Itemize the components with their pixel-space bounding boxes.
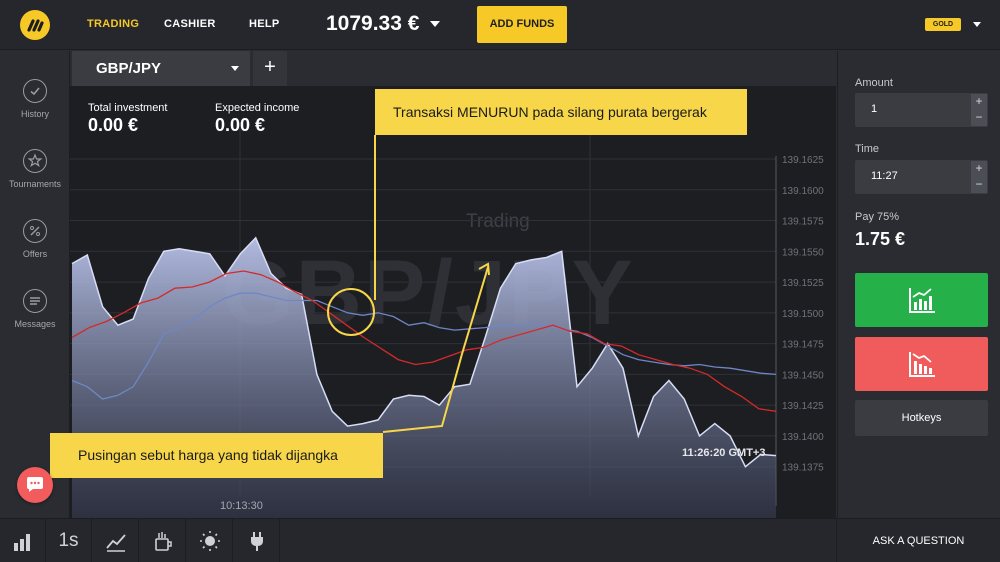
time-value: 11:27 bbox=[871, 170, 898, 182]
sidebar-item-label: Messages bbox=[14, 319, 56, 329]
time-field[interactable]: 11:27 + − bbox=[855, 160, 988, 194]
hotkeys-button[interactable]: Hotkeys bbox=[855, 400, 988, 436]
sun-icon bbox=[200, 531, 220, 551]
add-tab-button[interactable]: + bbox=[253, 51, 287, 86]
y-tick-label: 139.1600 bbox=[782, 186, 824, 197]
plug-icon bbox=[251, 532, 263, 551]
y-tick-label: 139.1500 bbox=[782, 309, 824, 320]
annotation-callout-crossover: Transaksi MENURUN pada silang purata ber… bbox=[375, 89, 747, 135]
trade-panel: Amount 1 + − Time 11:27 + − Pay 75% 1.75… bbox=[837, 51, 1000, 518]
annotation-callout-reversal: Pusingan sebut harga yang tidak dijangka bbox=[50, 433, 383, 478]
y-tick-label: 139.1550 bbox=[782, 247, 824, 258]
time-marker-label: 10:13:30 bbox=[220, 500, 263, 512]
sidebar-item-label: Tournaments bbox=[8, 179, 62, 189]
time-decrement-button[interactable]: − bbox=[971, 177, 987, 193]
total-investment-value: 0.00 € bbox=[88, 115, 139, 135]
clock-icon bbox=[23, 79, 47, 103]
chart-type-button[interactable] bbox=[0, 519, 46, 562]
sidebar-item-label: Offers bbox=[22, 249, 48, 259]
expected-income: Expected income 0.00 € bbox=[215, 102, 299, 136]
tab-asset-label: GBP/JPY bbox=[96, 60, 162, 77]
nav-cashier[interactable]: CASHIER bbox=[164, 18, 216, 30]
drawing-tools-icon bbox=[155, 532, 172, 551]
total-investment-label: Total investment bbox=[88, 102, 168, 114]
sidebar-item-label: History bbox=[20, 109, 49, 119]
sidebar-item-history[interactable]: History bbox=[0, 79, 70, 139]
drawing-tools-button[interactable] bbox=[140, 519, 186, 562]
balance-chevron-down-icon[interactable] bbox=[430, 21, 440, 27]
messages-icon bbox=[23, 289, 47, 313]
nav-trading[interactable]: TRADING bbox=[87, 18, 139, 30]
amount-decrement-button[interactable]: − bbox=[971, 110, 987, 126]
payout-label: Pay 75% bbox=[855, 211, 900, 223]
chart-down-icon bbox=[909, 352, 935, 377]
y-tick-label: 139.1525 bbox=[782, 278, 824, 289]
brand-logo[interactable] bbox=[20, 10, 50, 40]
y-tick-label: 139.1625 bbox=[782, 155, 824, 166]
expected-income-value: 0.00 € bbox=[215, 115, 266, 135]
chat-bubble-icon bbox=[27, 477, 43, 492]
asset-chevron-down-icon[interactable] bbox=[231, 66, 239, 71]
account-balance[interactable]: 1079.33 € bbox=[326, 12, 419, 36]
timeframe-button[interactable]: 1s bbox=[46, 519, 92, 562]
time-label: Time bbox=[855, 143, 880, 155]
amount-field[interactable]: 1 + − bbox=[855, 93, 988, 127]
total-investment: Total investment 0.00 € bbox=[88, 102, 167, 136]
tab-asset-gbpjpy[interactable]: GBP/JPY bbox=[72, 51, 250, 86]
bottom-toolbar: 1s ASK A QUESTION bbox=[0, 518, 1000, 562]
y-tick-label: 139.1425 bbox=[782, 401, 824, 412]
sidebar-item-offers[interactable]: Offers bbox=[0, 219, 70, 279]
amount-value: 1 bbox=[871, 103, 878, 115]
support-chat-button[interactable] bbox=[17, 467, 53, 503]
account-status-badge: GOLD bbox=[925, 18, 961, 31]
y-tick-label: 139.1475 bbox=[782, 340, 824, 351]
top-bar: TRADING CASHIER HELP 1079.33 € ADD FUNDS… bbox=[0, 0, 1000, 50]
current-time-label: 11:26:20 GMT+3 bbox=[682, 447, 765, 459]
sidebar-item-messages[interactable]: Messages bbox=[0, 289, 70, 349]
nav-help[interactable]: HELP bbox=[249, 18, 280, 30]
indicators-button[interactable] bbox=[93, 519, 139, 562]
connection-button[interactable] bbox=[234, 519, 280, 562]
logo-mark-icon bbox=[27, 19, 44, 32]
indicators-icon bbox=[106, 534, 126, 552]
account-menu-chevron-down-icon[interactable] bbox=[973, 22, 981, 27]
theme-toggle-button[interactable] bbox=[187, 519, 233, 562]
trade-up-button[interactable] bbox=[855, 273, 988, 327]
y-tick-label: 139.1450 bbox=[782, 370, 824, 381]
app-root: TRADING CASHIER HELP 1079.33 € ADD FUNDS… bbox=[0, 0, 1000, 562]
ask-question-button[interactable]: ASK A QUESTION bbox=[836, 519, 1000, 562]
amount-label: Amount bbox=[855, 77, 893, 89]
trade-down-button[interactable] bbox=[855, 337, 988, 391]
y-tick-label: 139.1400 bbox=[782, 432, 824, 443]
chart-up-icon bbox=[909, 288, 935, 313]
trophy-icon bbox=[23, 149, 47, 173]
y-tick-label: 139.1375 bbox=[782, 463, 824, 474]
percent-icon bbox=[23, 219, 47, 243]
expected-income-label: Expected income bbox=[215, 102, 300, 114]
sidebar-item-tournaments[interactable]: Tournaments bbox=[0, 149, 70, 209]
add-funds-button[interactable]: ADD FUNDS bbox=[477, 6, 567, 43]
y-tick-label: 139.1575 bbox=[782, 217, 824, 228]
time-increment-button[interactable]: + bbox=[971, 161, 987, 177]
callout-arrowhead bbox=[478, 262, 490, 276]
asset-tab-bar: GBP/JPY + bbox=[70, 51, 836, 86]
payout-value: 1.75 € bbox=[855, 229, 906, 249]
candlestick-icon bbox=[14, 534, 30, 551]
amount-increment-button[interactable]: + bbox=[971, 94, 987, 110]
